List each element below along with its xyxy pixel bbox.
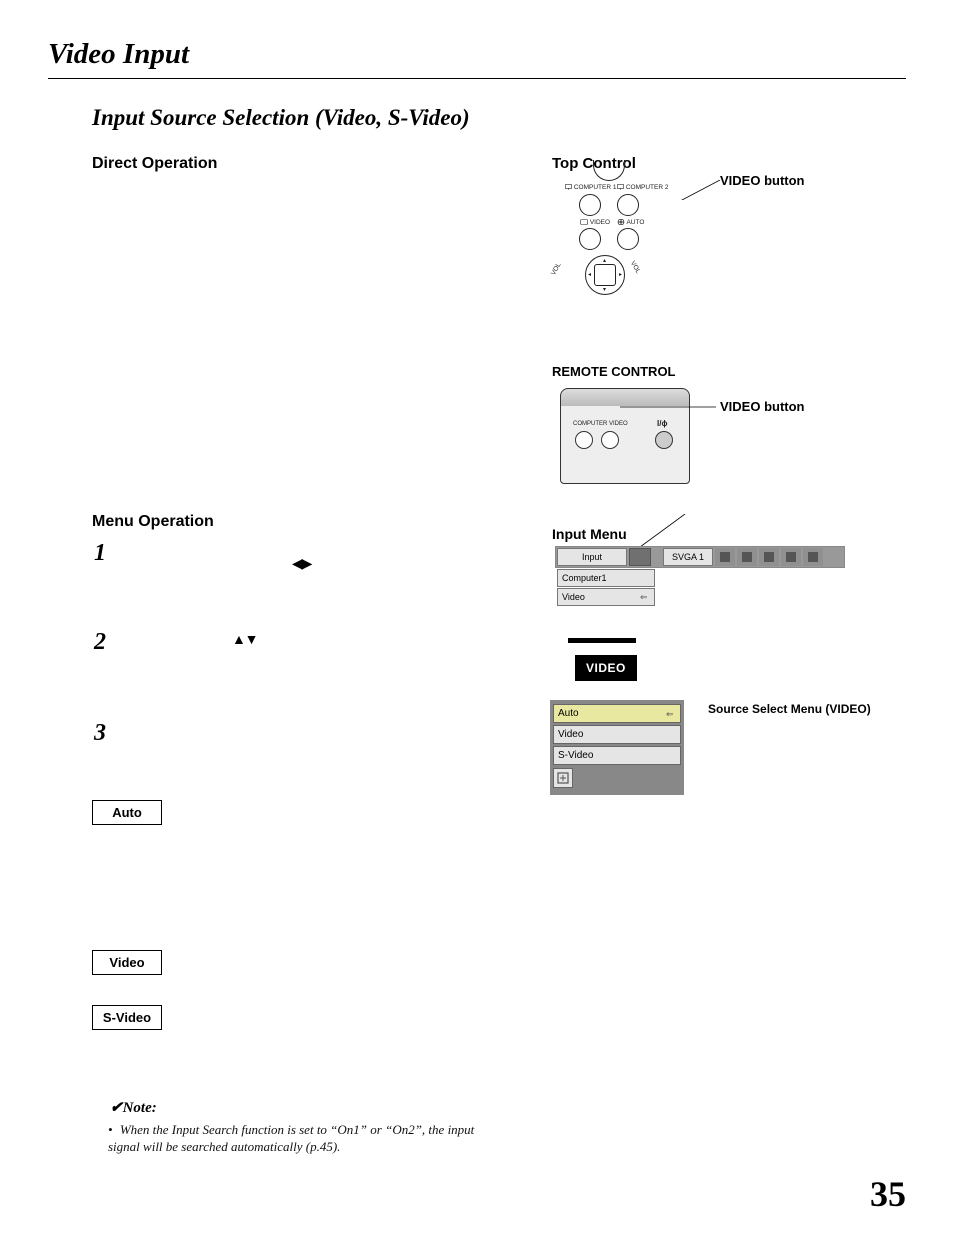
remote-computer-label: COMPUTER xyxy=(573,421,607,427)
menu-icon-selected[interactable] xyxy=(629,548,651,566)
step-3-number: 3 xyxy=(94,720,106,747)
page-number: 35 xyxy=(870,1173,906,1215)
menu-toolbar-icon-5[interactable] xyxy=(803,548,823,566)
input-menu-heading: Input Menu xyxy=(552,526,627,542)
remote-power-icon: I/ϕ xyxy=(657,419,667,428)
source-menu-auto[interactable]: Auto ⇐ xyxy=(553,704,681,723)
menu-input-label[interactable]: Input xyxy=(557,548,627,566)
video-tag: VIDEO xyxy=(575,655,637,681)
remote-power-button[interactable] xyxy=(655,431,673,449)
remote-control-heading: REMOTE CONTROL xyxy=(552,364,676,379)
note-text: • When the Input Search function is set … xyxy=(108,1122,508,1156)
top-control-computer2-label: COMPUTER 2 xyxy=(626,184,669,191)
remote-computer-button[interactable] xyxy=(575,431,593,449)
remote-video-label: VIDEO xyxy=(609,421,628,427)
step-1-number: 1 xyxy=(94,540,106,567)
section-title: Input Source Selection (Video, S-Video) xyxy=(92,105,470,131)
top-control-computer1-button[interactable] xyxy=(579,194,601,216)
top-control-auto-button[interactable] xyxy=(617,228,639,250)
top-control-video-button[interactable] xyxy=(579,228,601,250)
menu-toolbar-icon-1[interactable] xyxy=(715,548,735,566)
menu-item-computer1[interactable]: Computer1 xyxy=(557,569,655,587)
source-select-menu-diagram: Auto ⇐ Video S-Video xyxy=(550,700,684,795)
auto-box: Auto xyxy=(92,800,162,825)
checkmark-icon: ✔ xyxy=(110,1100,123,1116)
note-heading: ✔Note: xyxy=(110,1098,157,1117)
top-control-dpad[interactable]: ▴ ▾ ◂ ▸ xyxy=(585,255,625,295)
top-control-video-label: VIDEO xyxy=(590,219,610,226)
source-menu-return-icon[interactable] xyxy=(553,768,573,788)
top-control-computer2-button[interactable] xyxy=(617,194,639,216)
top-control-auto-label: AUTO xyxy=(626,219,644,226)
svideo-box: S-Video xyxy=(92,1005,162,1030)
up-down-arrows-icon: ▲ ▼ xyxy=(232,631,257,647)
back-arrow-icon: ⇐ xyxy=(640,592,650,602)
step-2-number: 2 xyxy=(94,629,106,656)
top-control-diagram: COMPUTER 1 COMPUTER 2 VIDEO AUTO ▴ ▾ ◂ ▸… xyxy=(555,170,675,300)
menu-toolbar-icon-4[interactable] xyxy=(781,548,801,566)
remote-video-button[interactable] xyxy=(601,431,619,449)
direct-operation-heading: Direct Operation xyxy=(92,155,217,173)
menu-operation-heading: Menu Operation xyxy=(92,513,214,531)
video-tag-bar xyxy=(568,638,636,643)
page-title: Video Input xyxy=(48,38,189,71)
menu-mode-label[interactable]: SVGA 1 xyxy=(663,548,713,566)
source-menu-video[interactable]: Video xyxy=(553,725,681,744)
source-menu-svideo[interactable]: S-Video xyxy=(553,746,681,765)
menu-toolbar-icon-2[interactable] xyxy=(737,548,757,566)
back-arrow-icon: ⇐ xyxy=(666,709,676,719)
left-right-arrows-icon: ◀ ▶ xyxy=(292,555,310,572)
top-control-computer1-label: COMPUTER 1 xyxy=(574,184,617,191)
remote-video-button-label: VIDEO button xyxy=(720,399,805,414)
bullet-icon: • xyxy=(108,1122,113,1137)
input-menu-diagram: Input SVGA 1 Computer1 Video ⇐ xyxy=(555,546,845,607)
source-select-menu-label: Source Select Menu (VIDEO) xyxy=(708,702,871,716)
top-control-video-button-label: VIDEO button xyxy=(720,173,805,188)
remote-control-diagram: COMPUTER VIDEO I/ϕ xyxy=(560,388,690,484)
video-box: Video xyxy=(92,950,162,975)
menu-toolbar-icon-3[interactable] xyxy=(759,548,779,566)
menu-item-video[interactable]: Video ⇐ xyxy=(557,588,655,606)
